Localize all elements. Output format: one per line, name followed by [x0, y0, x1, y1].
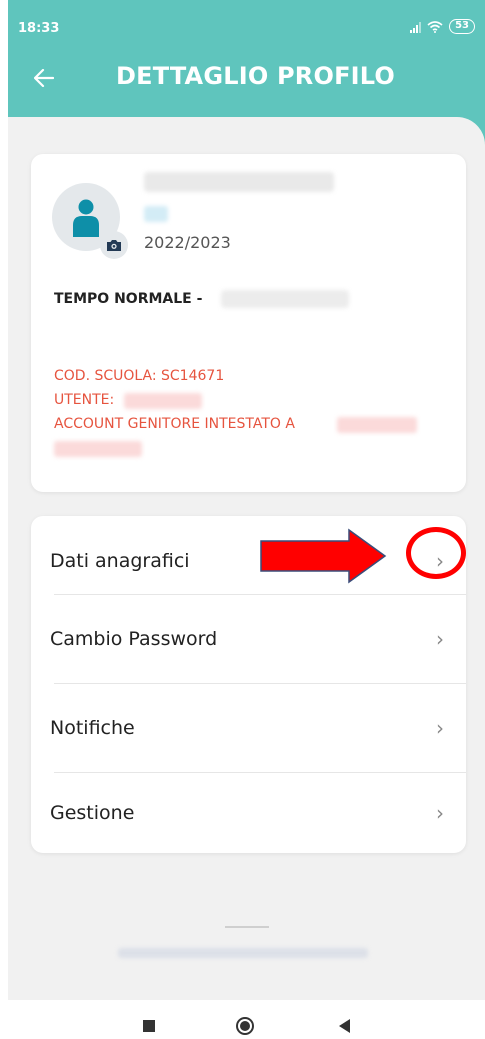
page-title: DETTAGLIO PROFILO	[116, 62, 396, 90]
chevron-right-icon: ›	[436, 715, 444, 740]
username-redacted	[124, 393, 202, 409]
status-icons: 53	[410, 19, 475, 34]
avatar[interactable]	[52, 183, 128, 259]
footer-divider	[225, 926, 269, 928]
menu-item-label: Cambio Password	[50, 627, 218, 650]
annotation-arrow-icon	[260, 528, 387, 584]
camera-button[interactable]	[100, 231, 128, 259]
chevron-right-icon: ›	[436, 800, 444, 825]
status-bar: 18:33 53	[8, 0, 485, 40]
menu-item-label: Notifiche	[50, 716, 135, 739]
signal-icon	[410, 21, 422, 33]
menu-item-gestione[interactable]: Gestione ›	[31, 772, 466, 853]
system-nav-bar	[0, 1000, 485, 1039]
back-arrow-icon	[34, 69, 54, 87]
app-bar: DETTAGLIO PROFILO	[8, 56, 485, 100]
account-owner-redacted-2	[54, 441, 142, 457]
home-button[interactable]	[236, 1017, 254, 1035]
chevron-right-icon: ›	[436, 626, 444, 651]
wifi-icon	[427, 20, 443, 33]
recents-button[interactable]	[143, 1020, 155, 1032]
menu-item-notifiche[interactable]: Notifiche ›	[31, 683, 466, 772]
back-button[interactable]	[28, 62, 60, 94]
battery-icon: 53	[449, 19, 475, 34]
person-icon	[73, 199, 99, 237]
school-name-redacted	[221, 290, 349, 308]
school-code: COD. SCUOLA: SC14671	[54, 368, 225, 384]
annotation-circle	[406, 527, 466, 579]
account-owner-label: ACCOUNT GENITORE INTESTATO A	[54, 416, 295, 432]
footer-links-cut-off[interactable]	[118, 948, 368, 958]
menu-item-label: Dati anagrafici	[50, 549, 190, 572]
camera-icon	[107, 239, 121, 251]
settings-menu: Dati anagrafici › Cambio Password › Noti…	[31, 516, 466, 853]
menu-item-label: Gestione	[50, 801, 135, 824]
menu-item-cambio-password[interactable]: Cambio Password ›	[31, 594, 466, 683]
system-back-button[interactable]	[339, 1019, 350, 1033]
status-time: 18:33	[18, 21, 60, 36]
user-label: UTENTE:	[54, 392, 115, 408]
school-year: 2022/2023	[144, 233, 231, 252]
class-redacted	[144, 206, 168, 222]
schedule-label: TEMPO NORMALE -	[54, 291, 203, 307]
menu-item-dati-anagrafici[interactable]: Dati anagrafici ›	[31, 516, 466, 605]
profile-card: 2022/2023 TEMPO NORMALE - COD. SCUOLA: S…	[31, 154, 466, 492]
account-owner-redacted	[337, 417, 417, 433]
student-name-redacted	[144, 172, 334, 192]
